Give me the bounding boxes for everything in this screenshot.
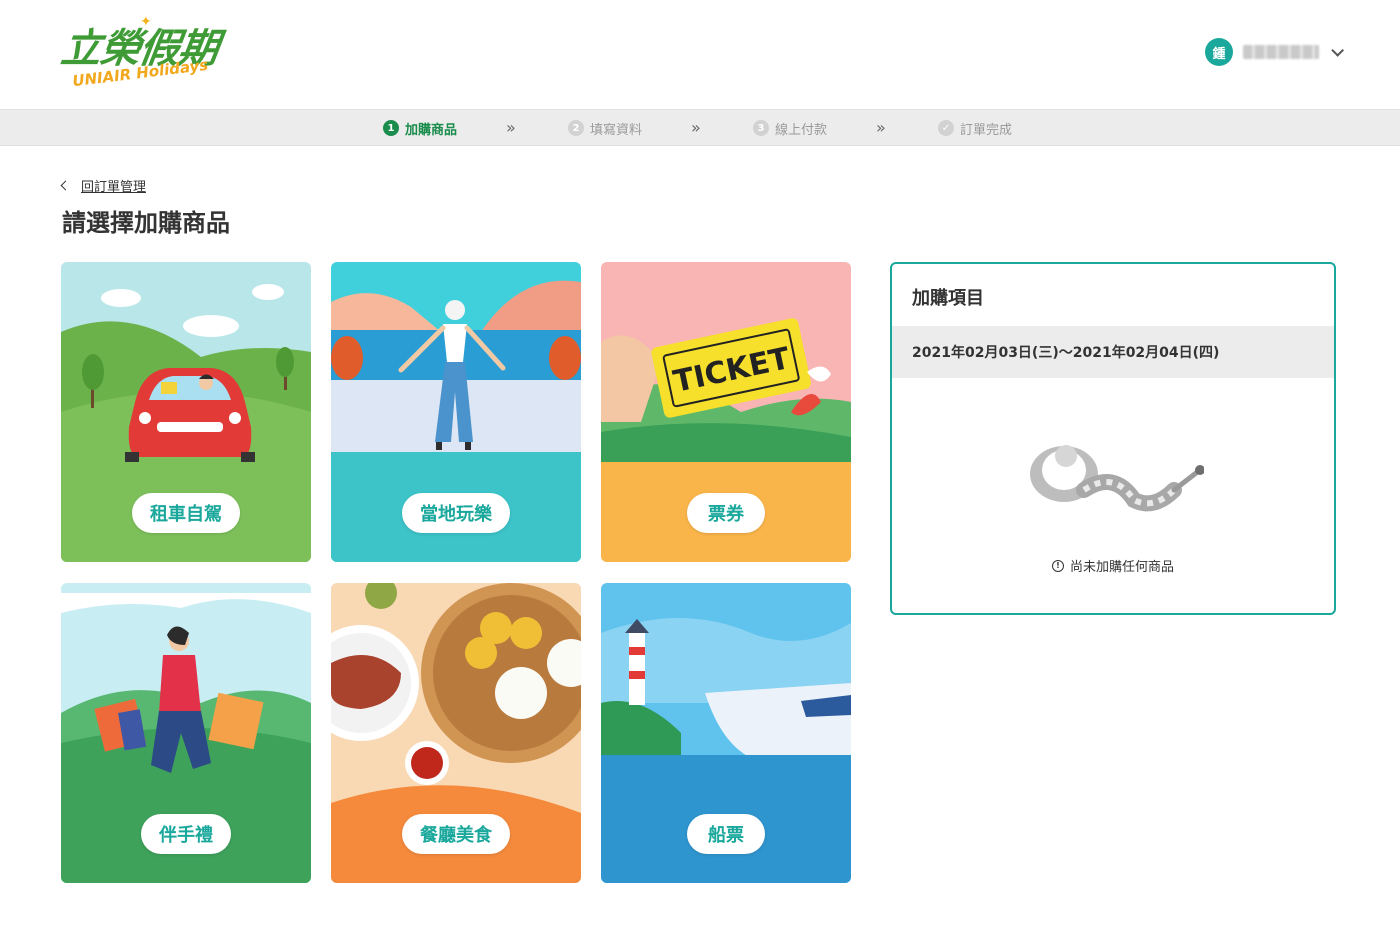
step-online-payment: 3 線上付款 <box>753 119 828 138</box>
back-link-label: 回訂單管理 <box>81 180 147 195</box>
double-chevron-right-icon: » <box>506 118 516 137</box>
double-chevron-right-icon: » <box>876 118 886 137</box>
step-label: 訂單完成 <box>960 122 1013 138</box>
check-icon: ✓ <box>938 120 954 136</box>
step-number: 1 <box>383 120 399 136</box>
step-label: 填寫資料 <box>590 122 643 138</box>
category-card-restaurant-food[interactable]: 餐廳美食 <box>331 583 581 883</box>
logo-star-icon: ✦ <box>140 14 152 30</box>
category-button-car-rental[interactable]: 租車自駕 <box>132 493 240 533</box>
brand-logo[interactable]: 立榮假期 ✦ UNIAIR Holidays <box>58 14 232 94</box>
category-button-tickets[interactable]: 票券 <box>687 493 765 533</box>
avatar[interactable]: 鍾 <box>1205 38 1233 66</box>
page-title: 請選擇加購商品 <box>62 209 230 237</box>
user-menu[interactable]: 鍾 <box>1205 38 1344 66</box>
category-button-ferry-tickets[interactable]: 船票 <box>687 814 765 854</box>
double-chevron-right-icon: » <box>691 118 701 137</box>
category-button-local-activities[interactable]: 當地玩樂 <box>402 493 510 533</box>
step-number: 3 <box>753 120 769 136</box>
category-button-restaurant-food[interactable]: 餐廳美食 <box>402 814 510 854</box>
step-number: 2 <box>568 120 584 136</box>
category-card-ferry-tickets[interactable]: 船票 <box>601 583 851 883</box>
step-fill-info: 2 填寫資料 <box>568 119 643 138</box>
step-label: 線上付款 <box>775 122 828 138</box>
empty-state-text: 尚未加購任何商品 <box>1069 560 1174 575</box>
category-card-tickets[interactable]: TICKET 票券 <box>601 262 851 562</box>
category-card-souvenirs[interactable]: 伴手禮 <box>61 583 311 883</box>
empty-cart-illustration-icon <box>1030 445 1204 512</box>
info-icon: ! <box>1051 559 1064 572</box>
step-order-complete: ✓ 訂單完成 <box>938 119 1013 138</box>
category-card-local-activities[interactable]: 當地玩樂 <box>331 262 581 562</box>
chevron-down-icon[interactable] <box>1331 43 1344 57</box>
chevron-left-icon <box>60 180 71 191</box>
site-header: 立榮假期 ✦ UNIAIR Holidays 鍾 <box>0 0 1400 110</box>
summary-title: 加購項目 <box>912 288 984 309</box>
user-name-blurred <box>1243 45 1319 59</box>
step-label: 加購商品 <box>405 122 458 138</box>
category-button-souvenirs[interactable]: 伴手禮 <box>141 814 231 854</box>
checkout-stepper: 1 加購商品 » 2 填寫資料 » 3 線上付款 » ✓ 訂單完成 <box>0 110 1400 146</box>
empty-state-message: ! 尚未加購任何商品 <box>892 556 1334 575</box>
category-card-car-rental[interactable]: 租車自駕 <box>61 262 311 562</box>
add-on-summary-panel: 加購項目 2021年02月03日(三)～2021年02月04日(四) ! 尚未加… <box>890 262 1336 615</box>
back-to-orders-link[interactable]: 回訂單管理 <box>60 176 147 195</box>
summary-date-range: 2021年02月03日(三)～2021年02月04日(四) <box>892 326 1334 378</box>
step-add-products: 1 加購商品 <box>383 119 458 138</box>
